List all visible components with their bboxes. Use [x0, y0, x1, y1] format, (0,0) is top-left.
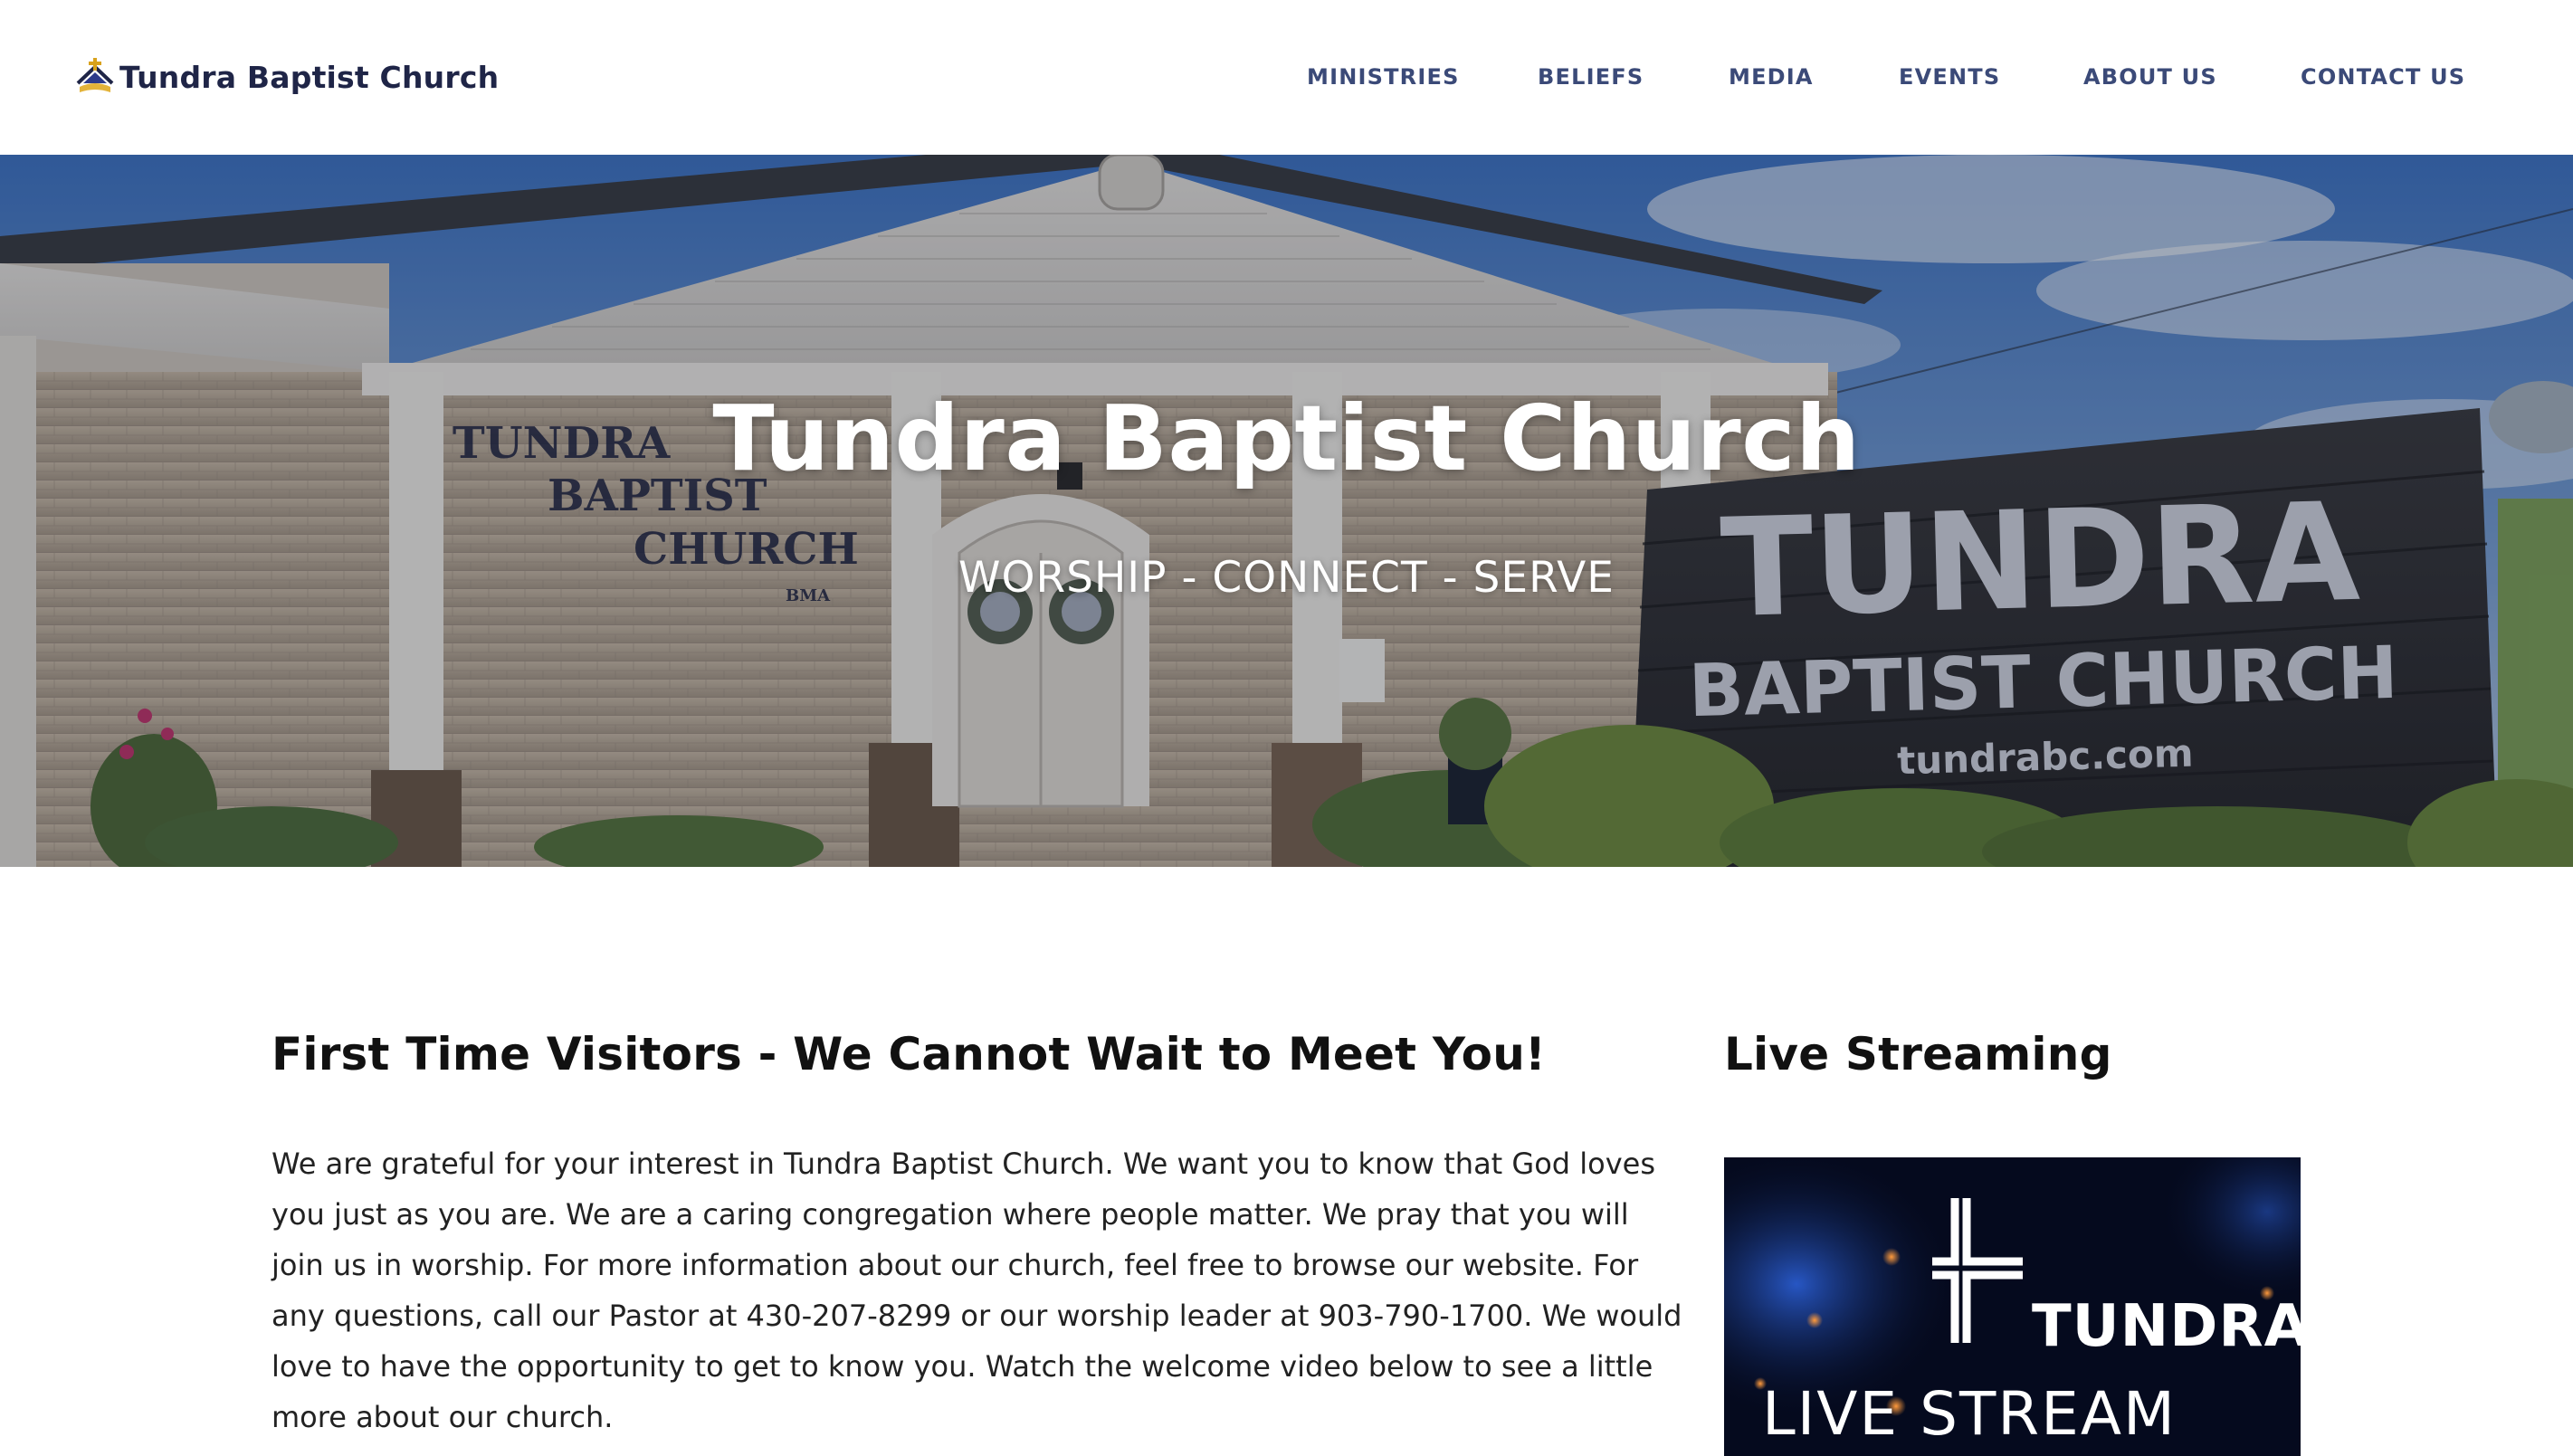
- live-stream-thumb-title: TUNDRA: [2032, 1293, 2301, 1360]
- main-nav: MINISTRIES BELIEFS MEDIA EVENTS ABOUT US…: [0, 62, 2573, 92]
- live-streaming-heading: Live Streaming: [1724, 1028, 2112, 1080]
- visitors-heading: First Time Visitors - We Cannot Wait to …: [272, 1028, 1547, 1080]
- visitors-body-text: We are grateful for your interest in Tun…: [272, 1147, 1682, 1434]
- nav-about-us[interactable]: ABOUT US: [2083, 62, 2217, 92]
- hero-title: Tundra Baptist Church: [712, 385, 1861, 491]
- hero-subtitle: WORSHIP - CONNECT - SERVE: [958, 553, 1615, 603]
- nav-beliefs[interactable]: BELIEFS: [1538, 62, 1644, 92]
- nav-events[interactable]: EVENTS: [1899, 62, 2000, 92]
- nav-ministries[interactable]: MINISTRIES: [1307, 62, 1460, 92]
- hero-dim-overlay: [0, 155, 2573, 867]
- live-stream-thumbnail[interactable]: TUNDRA LIVE STREAM: [1724, 1157, 2301, 1456]
- site-header: Tundra Baptist Church MINISTRIES BELIEFS…: [0, 0, 2573, 155]
- nav-contact-us[interactable]: CONTACT US: [2301, 62, 2465, 92]
- nav-media[interactable]: MEDIA: [1729, 62, 1814, 92]
- hero-banner: TUNDRA BAPTIST CHURCH BMA TUNDRA BAPTIST…: [0, 155, 2573, 867]
- live-stream-thumb-subtitle: LIVE STREAM: [1762, 1379, 2177, 1449]
